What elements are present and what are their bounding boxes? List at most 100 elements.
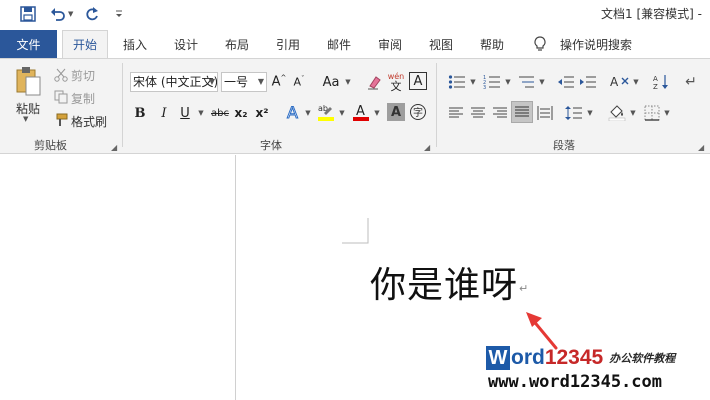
paragraph-launcher-icon[interactable]: ◢ xyxy=(698,143,704,152)
show-formatting-icon[interactable]: ↵ xyxy=(682,72,700,92)
sort-icon[interactable]: AZ xyxy=(652,72,672,92)
multilevel-list-dropdown-icon[interactable]: ▼ xyxy=(537,72,547,92)
shading-dropdown-icon[interactable]: ▼ xyxy=(628,103,638,123)
underline-button[interactable]: U xyxy=(177,103,193,123)
tab-help[interactable]: 帮助 xyxy=(472,30,512,58)
tab-insert[interactable]: 插入 xyxy=(115,30,155,58)
bold-button[interactable]: B xyxy=(132,103,148,123)
character-border-icon[interactable]: A xyxy=(409,72,427,90)
justify-icon[interactable] xyxy=(511,101,533,123)
paragraph-group-label: 段落 xyxy=(553,139,575,152)
scissors-icon[interactable] xyxy=(53,67,69,83)
line-spacing-icon[interactable] xyxy=(564,103,584,123)
phonetic-guide-icon[interactable]: wén 文 xyxy=(386,70,406,94)
undo-icon[interactable] xyxy=(50,4,66,24)
watermark-url: www.word12345.com xyxy=(488,372,662,392)
undo-dropdown-icon[interactable]: ▼ xyxy=(68,4,73,24)
text-effects-dropdown-icon[interactable]: ▼ xyxy=(303,103,313,123)
highlight-icon[interactable]: ab xyxy=(316,101,336,123)
paste-icon[interactable] xyxy=(12,65,44,97)
enclose-characters-icon[interactable]: 字 xyxy=(409,103,427,121)
strikethrough-button[interactable]: abc xyxy=(209,103,231,123)
align-right-icon[interactable] xyxy=(491,103,509,123)
document-text[interactable]: 你是谁呀 xyxy=(370,256,518,308)
chinese-layout-icon[interactable]: A xyxy=(609,72,631,92)
decrease-indent-icon[interactable] xyxy=(556,72,576,92)
tab-layout[interactable]: 布局 xyxy=(217,30,257,58)
clear-formatting-icon[interactable] xyxy=(365,72,383,92)
site-watermark: W ord 12345 办公软件教程 www.word12345.com xyxy=(486,345,710,400)
bullets-icon[interactable] xyxy=(447,72,467,92)
watermark-number: 12345 xyxy=(544,346,604,369)
tab-mailings[interactable]: 邮件 xyxy=(319,30,359,58)
ribbon-tabs: 文件 开始 插入 设计 布局 引用 邮件 审阅 视图 帮助 操作说明搜索 xyxy=(0,28,710,58)
bullets-dropdown-icon[interactable]: ▼ xyxy=(468,72,478,92)
cut-button[interactable]: 剪切 xyxy=(71,67,95,84)
change-case-dropdown-icon[interactable]: ▼ xyxy=(343,72,353,92)
grow-font-icon[interactable]: A^ xyxy=(271,72,287,92)
numbering-icon[interactable]: 123 xyxy=(482,72,502,92)
borders-icon[interactable] xyxy=(643,103,661,123)
copy-button[interactable]: 复制 xyxy=(71,90,95,107)
superscript-button[interactable]: x² xyxy=(254,103,270,123)
tell-me-search[interactable]: 操作说明搜索 xyxy=(556,30,636,58)
svg-text:A: A xyxy=(610,75,619,89)
title-bar: ▼ 文档1 [兼容模式] - xyxy=(0,0,710,28)
font-color-dropdown-icon[interactable]: ▼ xyxy=(372,103,382,123)
line-spacing-dropdown-icon[interactable]: ▼ xyxy=(585,103,595,123)
svg-text:字: 字 xyxy=(413,106,423,119)
format-painter-button[interactable]: 格式刷 xyxy=(71,113,107,130)
group-separator xyxy=(436,63,437,147)
subscript-button[interactable]: x₂ xyxy=(233,103,249,123)
change-case-label: Aa xyxy=(322,74,340,90)
svg-text:A: A xyxy=(356,104,365,119)
customize-qat-icon[interactable] xyxy=(114,4,124,24)
increase-indent-icon[interactable] xyxy=(578,72,598,92)
font-size-select[interactable]: 一号 ▼ xyxy=(221,72,267,92)
text-effects-icon[interactable]: A xyxy=(284,101,304,123)
tab-file[interactable]: 文件 xyxy=(0,30,57,58)
font-launcher-icon[interactable]: ◢ xyxy=(424,143,430,152)
font-color-icon[interactable]: A xyxy=(351,101,371,123)
copy-icon[interactable] xyxy=(53,89,69,105)
clipboard-launcher-icon[interactable]: ◢ xyxy=(111,143,117,152)
redo-icon[interactable] xyxy=(84,4,100,24)
character-shading-icon[interactable]: A xyxy=(387,103,405,121)
svg-text:Z: Z xyxy=(653,83,658,91)
watermark-logo-row: W ord 12345 办公软件教程 xyxy=(486,345,675,371)
tab-references[interactable]: 引用 xyxy=(268,30,308,58)
phonetic-bottom: 文 xyxy=(390,79,402,93)
page-margin-corner-mark xyxy=(342,218,369,244)
shading-icon[interactable] xyxy=(607,101,627,123)
shrink-font-icon[interactable]: Aˇ xyxy=(291,72,307,92)
save-icon[interactable] xyxy=(20,4,36,24)
tab-view[interactable]: 视图 xyxy=(421,30,461,58)
change-case-icon[interactable]: Aa xyxy=(321,72,341,92)
watermark-subtitle: 办公软件教程 xyxy=(609,352,676,365)
paragraph-mark: ↵ xyxy=(519,282,529,295)
tab-design[interactable]: 设计 xyxy=(166,30,206,58)
font-name-select[interactable]: 宋体 (中文正文) ▼ xyxy=(130,72,218,92)
highlight-dropdown-icon[interactable]: ▼ xyxy=(337,103,347,123)
underline-dropdown-icon[interactable]: ▼ xyxy=(196,103,206,123)
watermark-word: ord xyxy=(511,346,545,369)
character-border-label: A xyxy=(413,73,423,89)
tab-home[interactable]: 开始 xyxy=(62,30,108,58)
italic-button[interactable]: I xyxy=(156,103,172,123)
distributed-icon[interactable] xyxy=(536,103,554,123)
document-title: 文档1 [兼容模式] - xyxy=(601,7,702,21)
multilevel-list-icon[interactable] xyxy=(516,72,536,92)
svg-text:A: A xyxy=(653,75,658,83)
paste-dropdown-icon[interactable]: ▼ xyxy=(23,115,28,123)
borders-dropdown-icon[interactable]: ▼ xyxy=(662,103,672,123)
watermark-w-badge: W xyxy=(486,346,510,370)
lightbulb-icon[interactable] xyxy=(530,30,550,58)
tab-review[interactable]: 审阅 xyxy=(370,30,410,58)
font-size-value: 一号 xyxy=(224,75,249,89)
numbering-dropdown-icon[interactable]: ▼ xyxy=(503,72,513,92)
format-painter-icon[interactable] xyxy=(53,112,69,128)
ribbon-home: 粘贴 ▼ 剪切 复制 格式刷 剪贴板 ◢ 宋体 (中文正文) ▼ 一号 ▼ A^ A… xyxy=(0,58,710,154)
align-left-icon[interactable] xyxy=(447,103,465,123)
chinese-layout-dropdown-icon[interactable]: ▼ xyxy=(631,72,641,92)
align-center-icon[interactable] xyxy=(469,103,487,123)
